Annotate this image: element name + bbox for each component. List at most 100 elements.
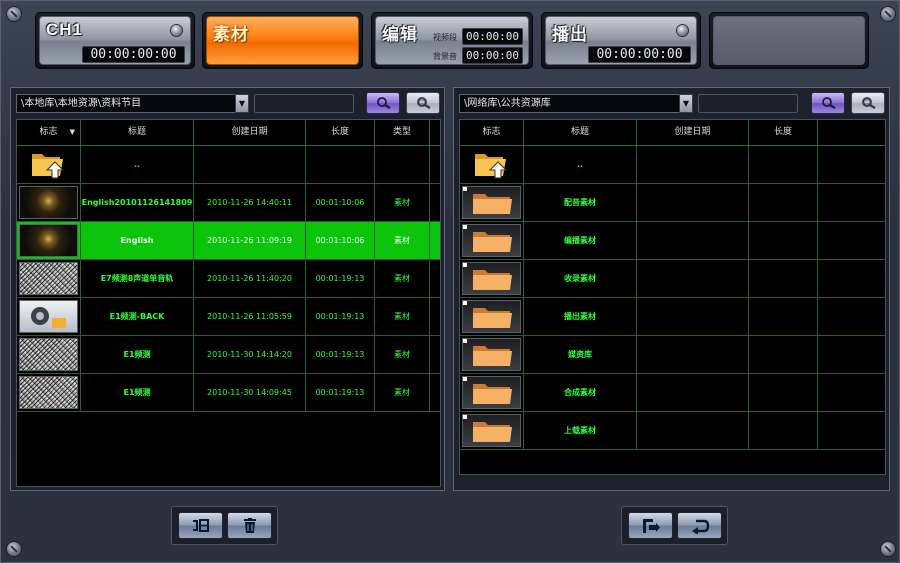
folder-icon bbox=[462, 338, 521, 371]
network-path-select[interactable]: \网络库\公共资源库 bbox=[459, 94, 685, 113]
row-date: 2010-11-26 11:05:59 bbox=[194, 298, 306, 335]
video-thumbnail bbox=[19, 338, 78, 371]
row-date bbox=[637, 184, 749, 221]
edit-box[interactable]: 编辑 视频段 00:00:00 背景音 00:00:00 bbox=[371, 12, 533, 69]
ch1-label: CH1 bbox=[46, 20, 84, 39]
network-filter-field[interactable] bbox=[698, 94, 798, 113]
video-segment-timecode: 00:00:00 bbox=[462, 28, 523, 45]
local-advanced-search-button[interactable] bbox=[406, 92, 440, 114]
row-length bbox=[749, 184, 818, 221]
video-segment-label: 视频段 bbox=[433, 33, 457, 42]
row-length: 00:01:19:13 bbox=[306, 336, 375, 373]
row-thumbnail bbox=[17, 260, 81, 297]
edit-label: 编辑 bbox=[382, 25, 418, 44]
up-folder-icon bbox=[32, 154, 65, 179]
empty-slot bbox=[709, 12, 869, 69]
table-row[interactable]: 合成素材 bbox=[460, 374, 885, 412]
local-file-list: .. English20101126141809 2010-11-26 14:40:… bbox=[17, 146, 440, 412]
row-length bbox=[749, 336, 818, 373]
playout-box[interactable]: 播出 00:00:00:00 bbox=[541, 12, 701, 69]
screw-icon bbox=[881, 7, 895, 21]
audio-file-icon bbox=[19, 300, 78, 333]
row-title: .. bbox=[524, 146, 637, 183]
row-date: 2010-11-30 14:09:45 bbox=[194, 374, 306, 411]
back-button[interactable] bbox=[677, 512, 722, 539]
row-length bbox=[749, 260, 818, 297]
row-length bbox=[749, 298, 818, 335]
row-date bbox=[637, 222, 749, 259]
row-title: 编播素材 bbox=[524, 222, 637, 259]
local-search-button[interactable] bbox=[366, 92, 400, 114]
table-row[interactable]: 收录素材 bbox=[460, 260, 885, 298]
row-date bbox=[637, 374, 749, 411]
local-path-select[interactable]: \本地库\本地资源\资料节目 bbox=[16, 94, 241, 113]
row-title: 媒资库 bbox=[524, 336, 637, 373]
table-row[interactable]: 媒资库 bbox=[460, 336, 885, 374]
row-type: 素材 bbox=[375, 336, 430, 373]
table-row[interactable]: E7频测8声道单音轨 2010-11-26 11:40:20 00:01:19:13… bbox=[17, 260, 440, 298]
screw-icon bbox=[7, 7, 21, 21]
folder-icon bbox=[462, 262, 521, 295]
table-row[interactable]: .. bbox=[460, 146, 885, 184]
table-row[interactable]: 配音素材 bbox=[460, 184, 885, 222]
table-row[interactable]: English 2010-11-26 11:09:19 00:01:10:06 素材 bbox=[17, 222, 440, 260]
column-header-length[interactable]: 长度 bbox=[306, 120, 375, 145]
network-advanced-search-button[interactable] bbox=[851, 92, 885, 114]
column-header-type[interactable]: 类型 bbox=[375, 120, 430, 145]
table-row[interactable]: 编播素材 bbox=[460, 222, 885, 260]
row-thumbnail bbox=[17, 298, 81, 335]
advanced-search-icon bbox=[862, 97, 876, 109]
row-length: 00:01:10:06 bbox=[306, 184, 375, 221]
table-row[interactable]: .. bbox=[17, 146, 440, 184]
row-type: 素材 bbox=[375, 298, 430, 335]
table-row[interactable]: E1频测 2010-11-30 14:14:20 00:01:19:13 素材 bbox=[17, 336, 440, 374]
column-header-mark[interactable]: 标志 bbox=[460, 120, 524, 145]
ch1-timecode: 00:00:00:00 bbox=[82, 46, 185, 63]
audio-timecode: 00:00:00 bbox=[462, 47, 523, 64]
trash-icon bbox=[244, 518, 256, 533]
ch1-box[interactable]: CH1 00:00:00:00 bbox=[35, 12, 195, 69]
network-file-list: .. 配音素材 编播素材 收录素材 播出素材 媒资库 合成素材 上载素材 bbox=[460, 146, 885, 450]
local-filter-field[interactable] bbox=[254, 94, 354, 113]
network-search-button[interactable] bbox=[811, 92, 845, 114]
row-title: E1频测-BACK bbox=[81, 298, 194, 335]
row-type bbox=[375, 146, 430, 183]
video-thumbnail bbox=[19, 224, 78, 257]
playout-timecode: 00:00:00:00 bbox=[588, 46, 691, 63]
search-icon bbox=[822, 97, 836, 109]
row-date bbox=[637, 298, 749, 335]
row-title: E1频测 bbox=[81, 336, 194, 373]
row-type: 素材 bbox=[375, 374, 430, 411]
column-header-date[interactable]: 创建日期 bbox=[194, 120, 306, 145]
table-row[interactable]: English20101126141809 2010-11-26 14:40:11… bbox=[17, 184, 440, 222]
folder-icon bbox=[462, 224, 521, 257]
table-row[interactable]: 上载素材 bbox=[460, 412, 885, 450]
table-row[interactable]: 播出素材 bbox=[460, 298, 885, 336]
delete-button[interactable] bbox=[227, 512, 272, 539]
column-header-mark[interactable]: 标志 ▼ bbox=[17, 120, 81, 145]
sort-arrow-icon[interactable]: ▼ bbox=[70, 120, 75, 145]
table-row[interactable]: E1频测-BACK 2010-11-26 11:05:59 00:01:19:13 素… bbox=[17, 298, 440, 336]
row-type: 素材 bbox=[375, 184, 430, 221]
row-date bbox=[194, 146, 306, 183]
column-header-date[interactable]: 创建日期 bbox=[637, 120, 749, 145]
row-thumbnail bbox=[460, 336, 524, 373]
table-row[interactable]: E1频测 2010-11-30 14:09:45 00:01:19:13 素材 bbox=[17, 374, 440, 412]
import-button[interactable] bbox=[628, 512, 673, 539]
row-date: 2010-11-26 11:40:20 bbox=[194, 260, 306, 297]
row-title: E1频测 bbox=[81, 374, 194, 411]
row-length bbox=[749, 146, 818, 183]
material-tab[interactable]: 素材 bbox=[202, 12, 363, 69]
row-thumbnail bbox=[460, 298, 524, 335]
column-header-title[interactable]: 标题 bbox=[81, 120, 194, 145]
rename-button[interactable] bbox=[178, 512, 223, 539]
row-thumbnail bbox=[460, 260, 524, 297]
network-library-panel: \网络库\公共资源库 ▼ 标志 标题 创建日期 长度 .. 配音素材 编播素材 收录素… bbox=[453, 87, 890, 491]
row-length bbox=[749, 412, 818, 449]
row-thumbnail bbox=[460, 374, 524, 411]
screw-icon bbox=[881, 542, 895, 556]
column-header-title[interactable]: 标题 bbox=[524, 120, 637, 145]
column-header-length[interactable]: 长度 bbox=[749, 120, 818, 145]
chevron-down-icon[interactable]: ▼ bbox=[235, 94, 249, 113]
chevron-down-icon[interactable]: ▼ bbox=[679, 94, 693, 113]
